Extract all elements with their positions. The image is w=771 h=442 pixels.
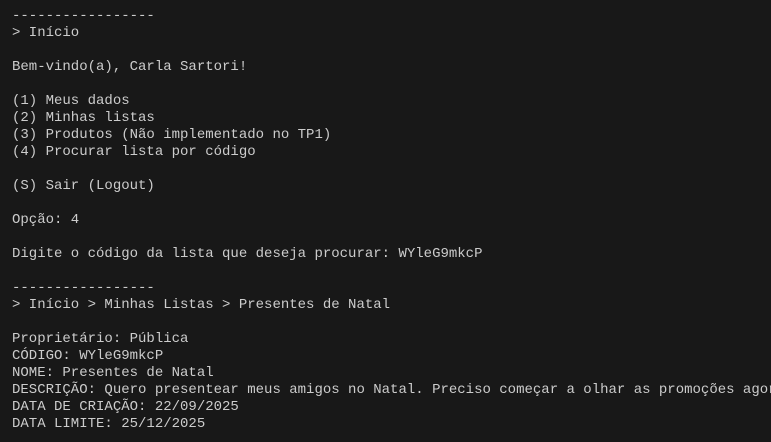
code-prompt-echo: Digite o código da lista que deseja proc…: [12, 246, 483, 262]
separator-line: -----------------: [12, 8, 155, 24]
menu-option-minhas-listas: (2) Minhas listas: [12, 110, 155, 126]
list-deadline: DATA LIMITE: 25/12/2025: [12, 416, 206, 432]
list-creation-date: DATA DE CRIAÇÃO: 22/09/2025: [12, 399, 239, 415]
option-input-echo: Opção: 4: [12, 212, 80, 228]
menu-option-meus-dados: (1) Meus dados: [12, 93, 130, 109]
menu-option-produtos: (3) Produtos (Não implementado no TP1): [12, 127, 332, 143]
breadcrumb: > Início > Minhas Listas > Presentes de …: [12, 297, 391, 313]
separator-line: -----------------: [12, 280, 155, 296]
welcome-message: Bem-vindo(a), Carla Sartori!: [12, 59, 248, 75]
list-code: CÓDIGO: WYleG9mkcP: [12, 348, 164, 364]
breadcrumb: > Início: [12, 25, 80, 41]
terminal-window[interactable]: ----------------- > Início Bem-vindo(a),…: [0, 0, 771, 442]
list-owner: Proprietário: Pública: [12, 331, 189, 347]
list-description: DESCRIÇÃO: Quero presentear meus amigos …: [12, 382, 771, 398]
menu-option-sair: (S) Sair (Logout): [12, 178, 155, 194]
list-name: NOME: Presentes de Natal: [12, 365, 214, 381]
menu-option-procurar-lista: (4) Procurar lista por código: [12, 144, 256, 160]
